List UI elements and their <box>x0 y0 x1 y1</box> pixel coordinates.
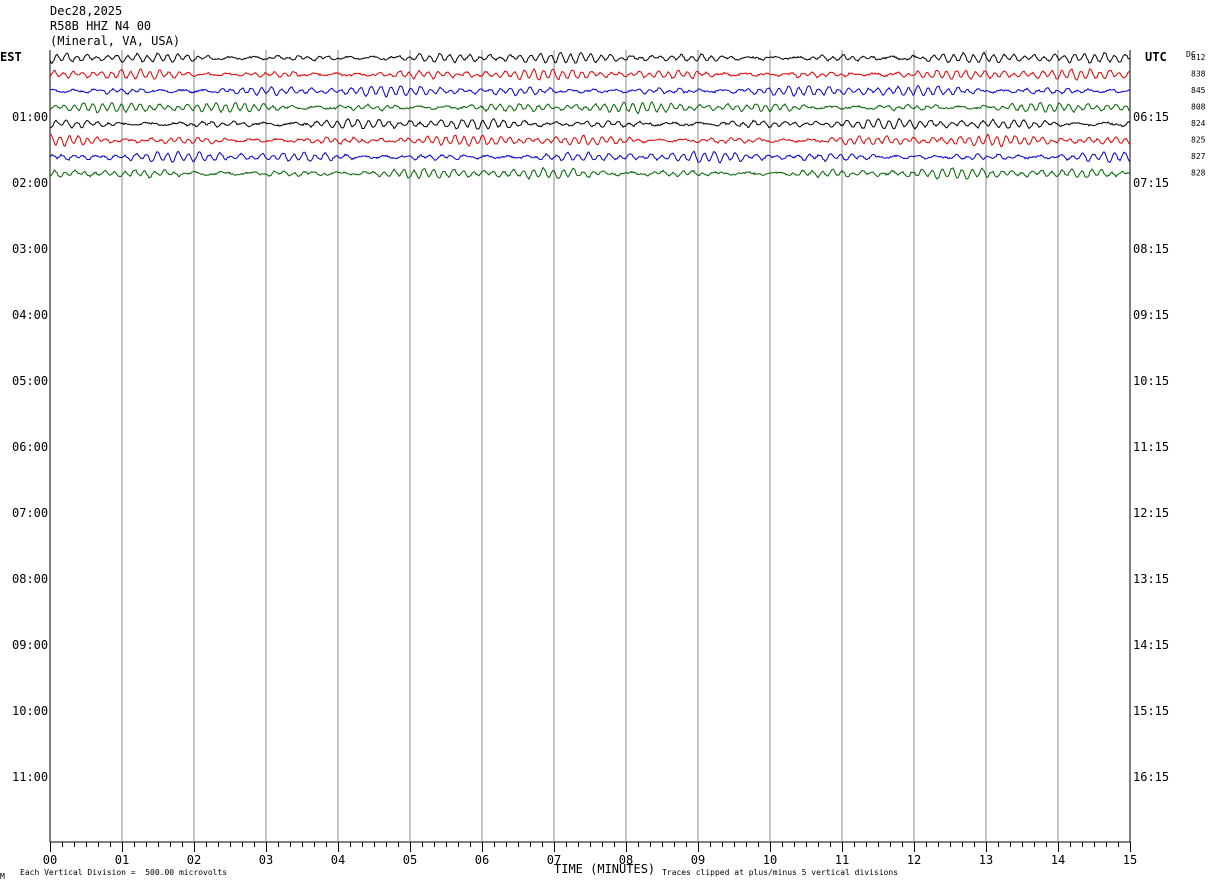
right-time-label: 15:15 <box>1133 704 1169 718</box>
seismic-trace <box>49 150 1131 164</box>
right-time-label: 16:15 <box>1133 770 1169 784</box>
x-tick-label: 09 <box>691 853 705 867</box>
helicorder-plot: 00 01 02 03 04 05 06 07 08 09 10 11 12 13 14 1501:0002:… <box>12 50 1206 867</box>
left-time-label: 11:00 <box>12 770 48 784</box>
x-tick-label: 13 <box>979 853 993 867</box>
left-time-label: 07:00 <box>12 506 48 520</box>
right-time-label: 06:15 <box>1133 110 1169 124</box>
x-tick-label: 15 <box>1123 853 1137 867</box>
x-tick-label: 14 <box>1051 853 1065 867</box>
dc-offset-label: 825 <box>1191 136 1206 145</box>
x-tick-label: 04 <box>331 853 345 867</box>
x-tick-label: 00 <box>43 853 57 867</box>
left-time-label: 10:00 <box>12 704 48 718</box>
seismic-trace <box>49 101 1131 115</box>
dc-offset-label: 838 <box>1191 70 1206 79</box>
x-axis-title: TIME (MINUTES) <box>554 862 656 876</box>
right-time-label: 13:15 <box>1133 572 1169 586</box>
dc-offset-label: 845 <box>1191 86 1206 95</box>
x-tick-label: 03 <box>259 853 273 867</box>
right-time-label: 09:15 <box>1133 308 1169 322</box>
right-time-label: 07:15 <box>1133 176 1169 190</box>
dc-offset-label: 812 <box>1191 53 1206 62</box>
left-time-label: 01:00 <box>12 110 48 124</box>
left-time-label: 05:00 <box>12 374 48 388</box>
x-tick-label: 05 <box>403 853 417 867</box>
right-time-label: 08:15 <box>1133 242 1169 256</box>
left-time-label: 09:00 <box>12 638 48 652</box>
x-tick-label: 10 <box>763 853 777 867</box>
x-tick-label: 06 <box>475 853 489 867</box>
seismic-trace <box>49 51 1131 65</box>
seismic-trace <box>49 84 1131 98</box>
left-time-label: 02:00 <box>12 176 48 190</box>
x-tick-label: 11 <box>835 853 849 867</box>
left-time-label: 06:00 <box>12 440 48 454</box>
scale-note: Each Vertical Division = 500.00 microvol… <box>20 868 228 877</box>
left-time-label: 08:00 <box>12 572 48 586</box>
seismic-trace <box>49 117 1131 130</box>
dc-offset-label: 827 <box>1191 152 1206 161</box>
right-time-label: 12:15 <box>1133 506 1169 520</box>
left-time-label: 03:00 <box>12 242 48 256</box>
seismic-trace <box>49 133 1131 148</box>
corner-mark: M <box>0 872 5 881</box>
right-time-label: 10:15 <box>1133 374 1169 388</box>
x-tick-label: 02 <box>187 853 201 867</box>
x-tick-label: 01 <box>115 853 129 867</box>
x-tick-label: 12 <box>907 853 921 867</box>
seismic-trace <box>49 166 1131 181</box>
right-time-label: 11:15 <box>1133 440 1169 454</box>
left-time-label: 04:00 <box>12 308 48 322</box>
clip-note: Traces clipped at plus/minus 5 vertical … <box>662 868 899 877</box>
right-time-label: 14:15 <box>1133 638 1169 652</box>
seismic-trace <box>49 68 1131 81</box>
dc-offset-label: 824 <box>1191 119 1206 128</box>
dc-offset-label: 808 <box>1191 103 1206 112</box>
dc-offset-label: 828 <box>1191 169 1206 178</box>
